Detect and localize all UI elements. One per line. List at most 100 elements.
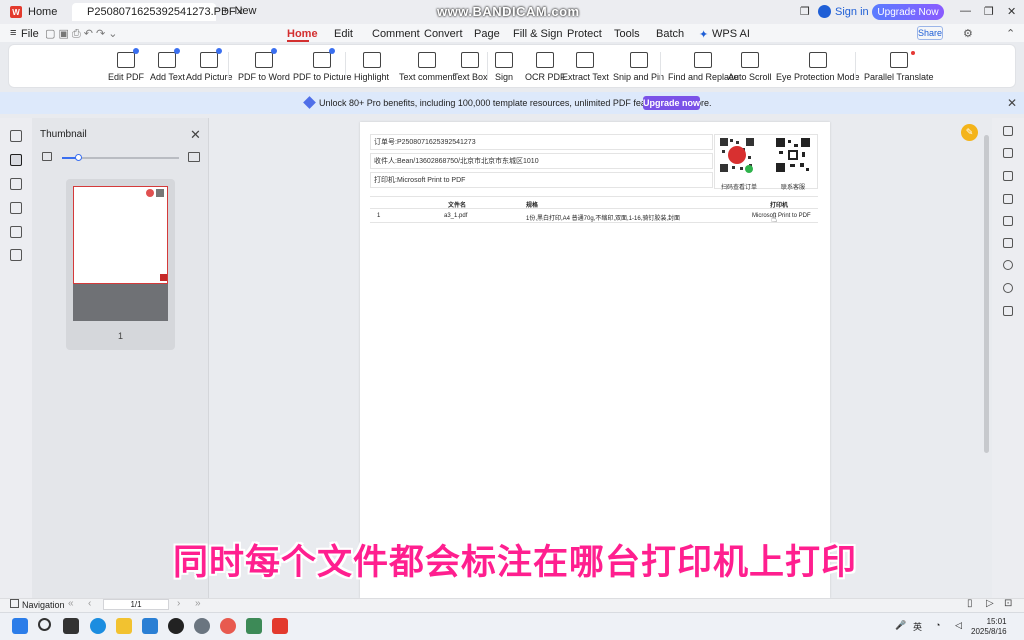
play-icon[interactable]: ▷ <box>986 598 994 609</box>
sign-in-button[interactable]: Sign in <box>818 5 869 18</box>
snip-and-pin-button[interactable]: Snip and Pin <box>613 52 664 82</box>
sign-button[interactable]: Sign <box>495 52 513 82</box>
scan-icon[interactable] <box>1003 194 1013 204</box>
pdf-to-word-button[interactable]: PDF to Word <box>238 48 290 82</box>
export-icon[interactable] <box>1003 306 1013 316</box>
app-icon[interactable] <box>220 618 236 634</box>
sign-label: Sign <box>495 72 514 82</box>
previous-page-icon[interactable]: ‹ <box>88 598 91 609</box>
record-app-icon[interactable] <box>168 618 184 634</box>
upgrade-now-banner-button[interactable]: Upgrade now <box>643 96 700 110</box>
compress-icon[interactable] <box>1003 216 1013 226</box>
add-text-button[interactable]: Add Text <box>150 48 185 82</box>
edge-browser-icon[interactable] <box>90 618 106 634</box>
settings-icon[interactable]: ⚙ <box>963 27 973 40</box>
translate-icon <box>889 52 908 68</box>
zoom-out-image-icon[interactable] <box>42 152 52 161</box>
printer-value: Microsoft Print to PDF <box>396 176 466 184</box>
tab-wps-ai[interactable]: WPS AI <box>712 28 750 40</box>
printer-app-icon[interactable] <box>246 618 262 634</box>
microphone-icon[interactable]: 🎤 <box>895 620 906 631</box>
document-icon[interactable] <box>1003 171 1013 181</box>
hamburger-icon[interactable]: ≡ <box>10 27 16 39</box>
volume-icon[interactable]: ◁ <box>955 620 962 631</box>
minimize-icon[interactable]: — <box>960 5 971 17</box>
tab-tools[interactable]: Tools <box>614 28 640 40</box>
read-mode-icon[interactable]: ▯ <box>967 598 973 609</box>
edit-pdf-button[interactable]: Edit PDF <box>108 48 144 82</box>
row-index: 1 <box>377 213 381 219</box>
file-explorer-icon[interactable] <box>116 618 132 634</box>
add-text-label: Add Text <box>150 72 185 82</box>
pdf-page[interactable] <box>360 122 830 598</box>
share-button[interactable]: Share <box>917 26 943 40</box>
text-box-button[interactable]: Text Box <box>453 52 488 82</box>
thumbnail-page-number: 1 <box>118 331 124 341</box>
collapse-ribbon-icon[interactable]: ⌃ <box>1006 27 1015 40</box>
navigation-label[interactable]: Navigation <box>22 600 65 610</box>
auto-scroll-button[interactable]: Auto Scroll <box>728 52 772 82</box>
tab-comment[interactable]: Comment <box>372 28 420 40</box>
vertical-scrollbar[interactable] <box>984 135 989 453</box>
attachment-icon[interactable] <box>10 202 22 214</box>
adjust-icon[interactable] <box>1003 148 1013 158</box>
maximize-icon[interactable]: ❐ <box>984 5 994 18</box>
window-restore-icon[interactable]: ❐ <box>800 5 810 18</box>
help-icon[interactable] <box>1003 283 1013 293</box>
new-tab-button[interactable]: + New <box>222 5 256 17</box>
highlight-button[interactable]: Highlight <box>354 52 389 82</box>
page-number-input[interactable]: 1/1 <box>103 599 169 610</box>
search-icon[interactable] <box>38 618 51 631</box>
ime-indicator[interactable]: 英 <box>913 620 922 633</box>
vscode-icon[interactable] <box>142 618 158 634</box>
tab-home-ribbon[interactable]: Home <box>287 28 318 40</box>
thumbnail-zoom-handle[interactable] <box>75 154 82 161</box>
tab-edit[interactable]: Edit <box>334 28 353 40</box>
signature-icon[interactable] <box>10 226 22 238</box>
add-picture-button[interactable]: Add Picture <box>186 48 233 82</box>
zoom-in-image-icon[interactable] <box>188 152 200 162</box>
quick-access-icons[interactable]: ▢ ▣ ⎙ ↶ ↷ ⌄ <box>45 27 118 41</box>
wps-office-icon[interactable] <box>272 618 288 634</box>
settings-app-icon[interactable] <box>194 618 210 634</box>
wps-logo-icon: W <box>10 6 22 18</box>
thumbnail-page-preview[interactable] <box>73 186 168 284</box>
pdf-to-picture-button[interactable]: PDF to Picture <box>293 48 352 82</box>
window-close-icon[interactable]: ✕ <box>1007 5 1016 18</box>
search-icon[interactable] <box>1003 260 1013 270</box>
highlight-label: Highlight <box>354 72 390 82</box>
properties-icon[interactable] <box>1003 126 1013 136</box>
network-icon[interactable]: ◔ <box>935 620 940 630</box>
layers-icon[interactable] <box>10 249 22 261</box>
tab-batch[interactable]: Batch <box>656 28 684 40</box>
start-icon[interactable] <box>12 618 28 634</box>
crop-icon[interactable] <box>1003 238 1013 248</box>
floating-edit-button[interactable]: ✎ <box>961 124 978 141</box>
first-page-icon[interactable]: « <box>68 598 74 609</box>
tab-document[interactable]: P2508071625392541273.PDF ✕ <box>72 3 244 21</box>
tab-page[interactable]: Page <box>474 28 500 40</box>
navigation-icon[interactable] <box>10 599 19 608</box>
tab-protect[interactable]: Protect <box>567 28 602 40</box>
extract-text-button[interactable]: Extract Text <box>562 52 609 82</box>
fit-page-icon[interactable]: ⊡ <box>1004 598 1012 609</box>
banner-close-icon[interactable]: ✕ <box>1007 96 1017 110</box>
close-icon[interactable]: ✕ <box>190 127 201 143</box>
bookmark-icon[interactable] <box>10 130 22 142</box>
next-page-icon[interactable]: › <box>177 598 180 609</box>
system-clock[interactable]: 15:01 2025/8/16 <box>971 617 1007 637</box>
text-comment-button[interactable]: Text comment <box>399 52 455 82</box>
tab-convert[interactable]: Convert <box>424 28 463 40</box>
eye-protection-button[interactable]: Eye Protection Mode <box>776 52 860 82</box>
menu-file[interactable]: File <box>21 28 39 40</box>
ocr-pdf-button[interactable]: OCR PDF <box>525 52 566 82</box>
tab-fill-sign[interactable]: Fill & Sign <box>513 28 563 40</box>
column-header-filename: 文件名 <box>448 203 467 209</box>
tab-home[interactable]: W Home <box>0 3 72 21</box>
comment-icon[interactable] <box>10 178 22 190</box>
last-page-icon[interactable]: » <box>195 598 201 609</box>
upgrade-now-button[interactable]: Upgrade Now <box>872 4 944 20</box>
parallel-translate-button[interactable]: Parallel Translate <box>864 52 934 82</box>
task-view-icon[interactable] <box>63 618 79 634</box>
thumbnail-icon[interactable] <box>10 154 22 166</box>
